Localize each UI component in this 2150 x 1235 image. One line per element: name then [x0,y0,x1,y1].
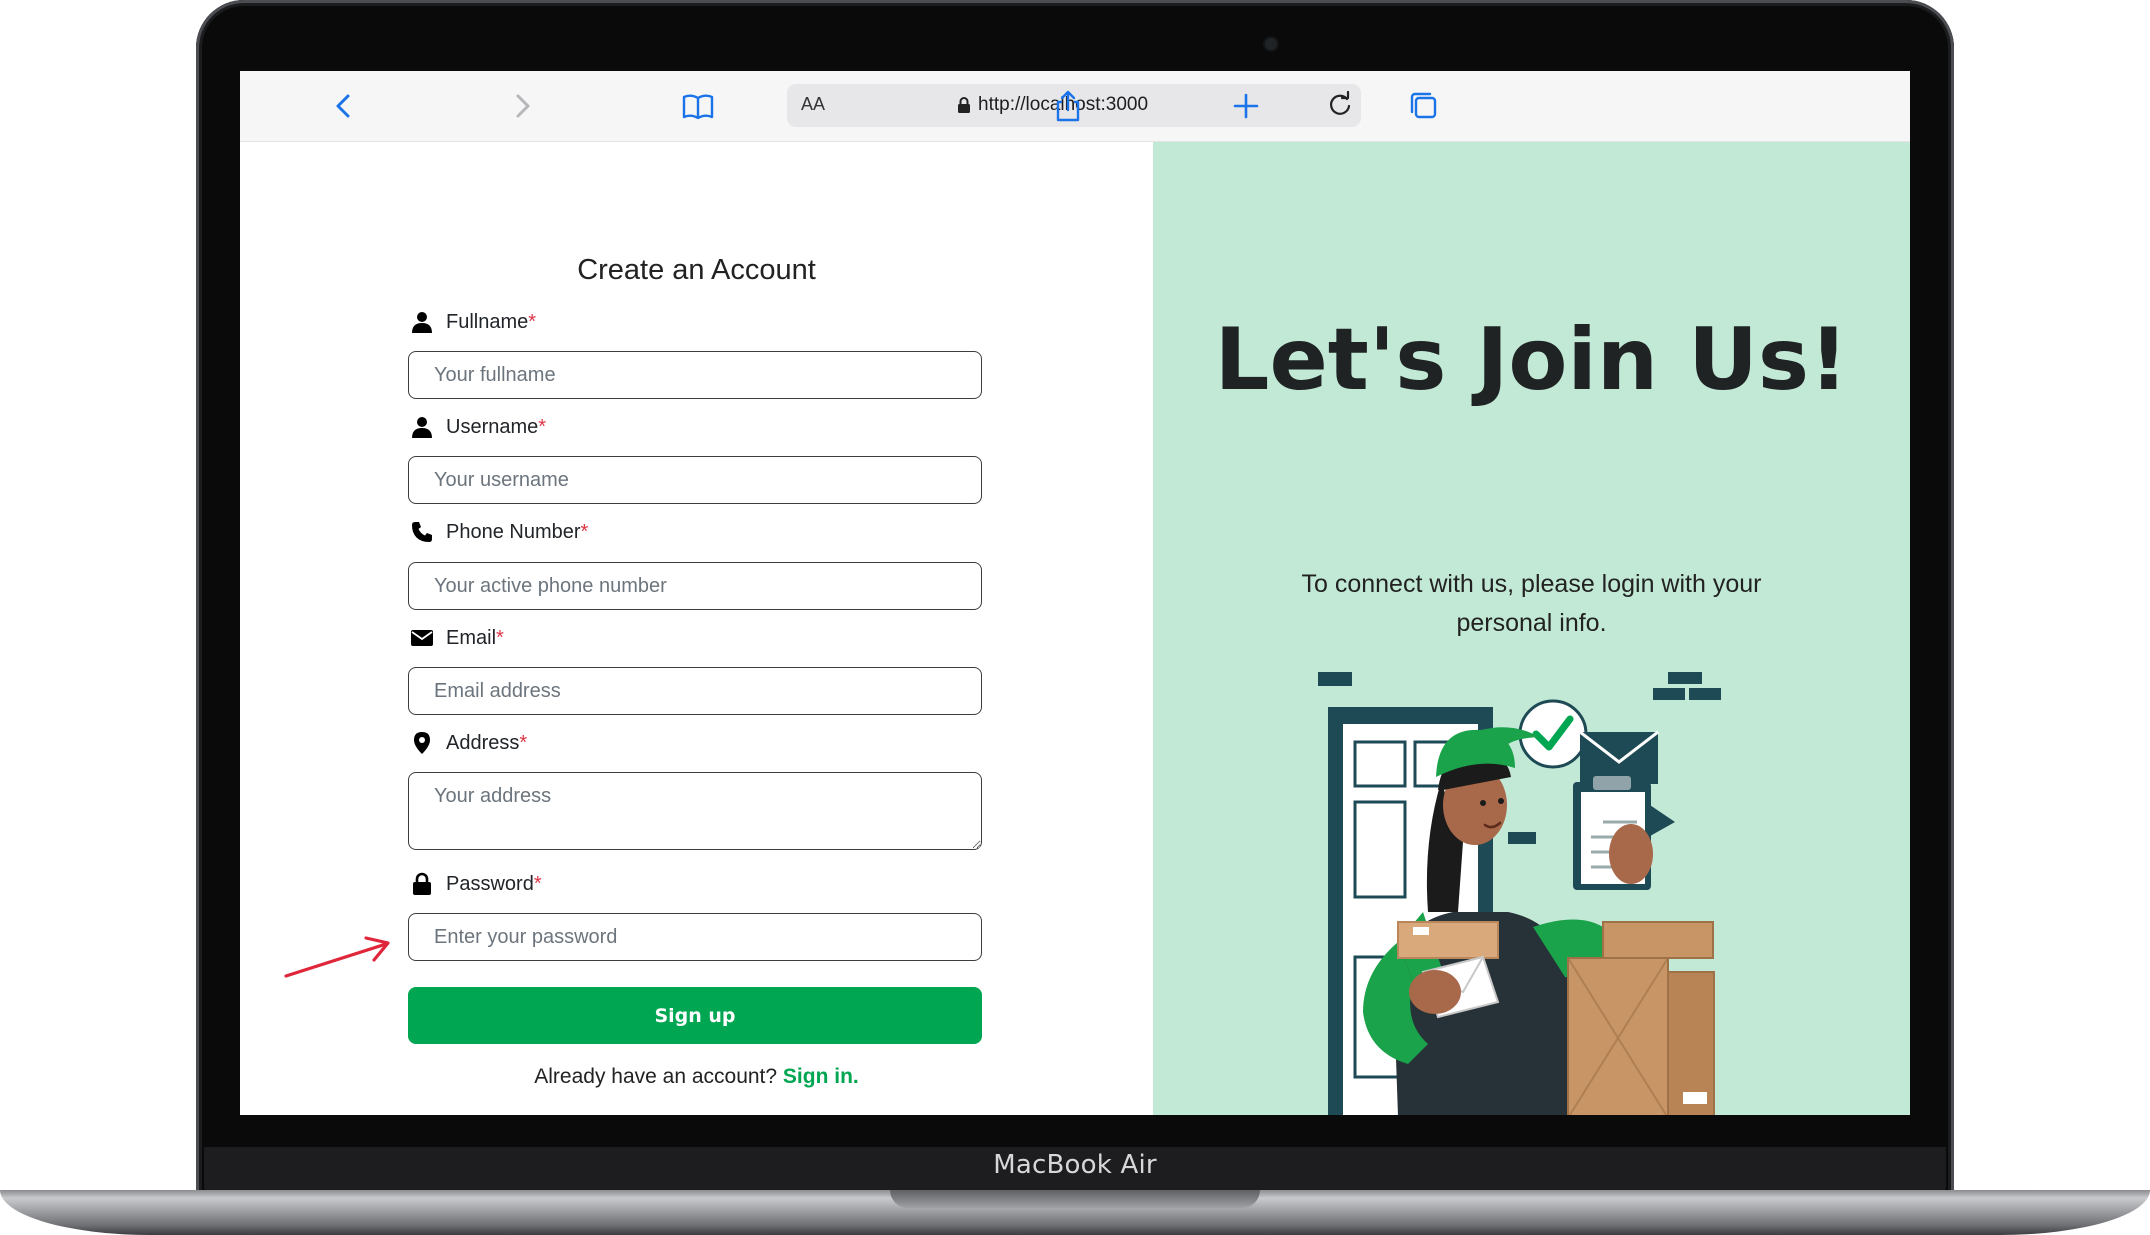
address-label-text: Address [446,731,520,754]
new-tab-icon[interactable] [1228,88,1264,124]
user-icon [412,417,432,438]
user-icon [412,312,432,333]
fullname-label: Fullname * [410,307,536,337]
required-marker: * [580,520,589,543]
password-label: Password * [410,869,542,899]
username-label-text: Username [446,415,539,438]
required-marker: * [519,731,528,754]
hero-panel: Let's Join Us! To connect with us, pleas… [1153,142,1910,1115]
address-textarea[interactable] [408,772,982,850]
email-input[interactable] [408,667,982,715]
bookmarks-icon[interactable] [680,88,716,124]
email-label-text: Email [446,626,497,649]
phone-label: Phone Number * [410,517,588,547]
annotation-arrow-icon [284,936,390,978]
hero-title: Let's Join Us! [1214,310,1849,410]
device-label: MacBook Air [993,1150,1157,1180]
hero-subtitle: To connect with us, please login with yo… [1301,570,1762,637]
lock-icon [958,97,970,113]
phone-input[interactable] [408,562,982,610]
envelope-icon [411,630,433,646]
browser-toolbar: AA http://localhost:3000 [240,71,1910,142]
fullname-label-text: Fullname [446,310,529,333]
delivery-person-illustration [1318,672,1721,1115]
text-size-button[interactable]: AA [801,94,825,115]
fullname-input[interactable] [408,351,982,399]
signin-prompt-text: Already have an account? [534,1065,778,1088]
required-marker: * [538,415,547,438]
email-label: Email * [410,623,504,653]
tabs-icon[interactable] [1406,88,1442,124]
sign-in-link[interactable]: Sign in. [783,1065,859,1088]
laptop-notch [890,1190,1260,1208]
username-label: Username * [410,412,546,442]
sign-up-button[interactable]: Sign up [408,987,982,1044]
forward-icon[interactable] [504,88,540,124]
username-input[interactable] [408,456,982,504]
camera-icon [1265,38,1277,50]
reload-icon[interactable] [1325,90,1355,120]
required-marker: * [496,626,504,649]
form-title: Create an Account [577,254,816,286]
password-label-text: Password [446,872,534,895]
lock-icon [413,872,431,895]
phone-label-text: Phone Number [446,520,581,543]
phone-icon [412,522,432,542]
address-label: Address * [410,728,527,758]
password-input[interactable] [408,913,982,961]
screen: AA http://localhost:3000 Create an Accou… [240,71,1910,1115]
required-marker: * [533,872,542,895]
map-pin-icon [414,732,430,754]
share-icon[interactable] [1050,88,1086,124]
back-icon[interactable] [326,88,362,124]
signin-prompt: Already have an account? Sign in. [240,1065,1153,1089]
required-marker: * [528,310,537,333]
